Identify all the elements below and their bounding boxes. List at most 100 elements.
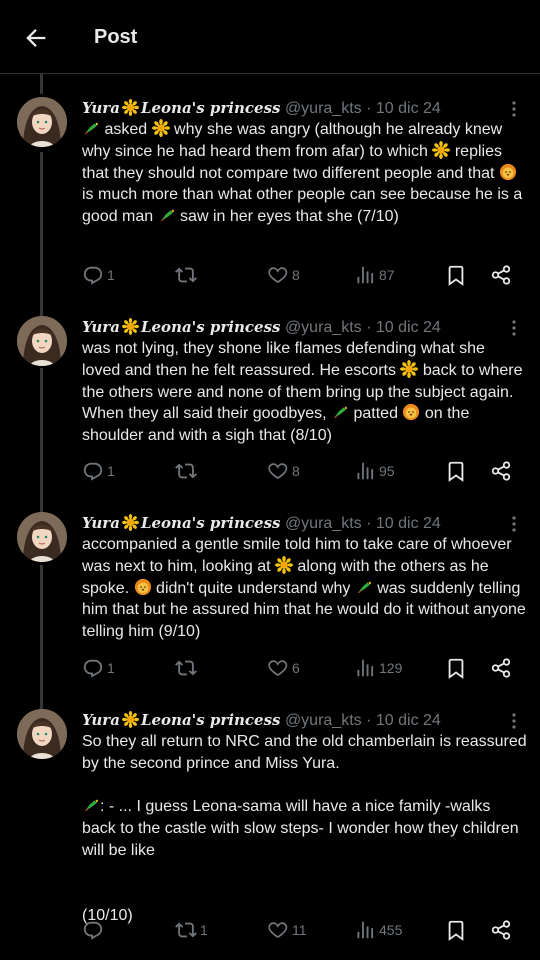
author-name-suffix[interactable]: Leona's princess bbox=[141, 318, 281, 336]
retweet-button[interactable]: 1 bbox=[175, 918, 208, 942]
share-button[interactable] bbox=[490, 263, 512, 287]
views-button[interactable]: 455 bbox=[354, 918, 402, 942]
author-name-suffix[interactable]: Leona's princess bbox=[141, 711, 281, 729]
bookmark-button[interactable] bbox=[445, 263, 467, 287]
views-count: 129 bbox=[379, 660, 403, 676]
back-arrow-icon[interactable] bbox=[22, 24, 50, 52]
action-bar: 1 8 95 bbox=[82, 459, 522, 483]
reply-button[interactable] bbox=[82, 918, 107, 942]
separator: · bbox=[361, 515, 376, 532]
sun-icon bbox=[400, 359, 419, 378]
action-bar: 1 6 129 bbox=[82, 656, 522, 680]
views-count: 455 bbox=[379, 922, 403, 938]
like-icon bbox=[267, 919, 289, 941]
bookmark-icon bbox=[445, 460, 467, 482]
like-button[interactable]: 8 bbox=[267, 459, 300, 483]
bookmark-icon bbox=[445, 919, 467, 941]
retweet-button[interactable] bbox=[175, 656, 200, 680]
views-button[interactable]: 95 bbox=[354, 459, 395, 483]
like-button[interactable]: 8 bbox=[267, 263, 300, 287]
reply-count: 1 bbox=[107, 463, 115, 479]
more-options-icon[interactable] bbox=[508, 514, 520, 534]
more-options-icon[interactable] bbox=[508, 99, 520, 119]
lion-icon bbox=[134, 578, 152, 596]
avatar[interactable] bbox=[17, 709, 67, 759]
author-handle[interactable]: @yura_kts bbox=[285, 100, 362, 117]
share-icon bbox=[490, 460, 512, 482]
author-handle[interactable]: @yura_kts bbox=[285, 712, 362, 729]
text-segment: patted bbox=[349, 405, 403, 423]
reply-icon bbox=[82, 919, 104, 941]
retweet-icon bbox=[175, 460, 197, 482]
retweet-icon bbox=[175, 264, 197, 286]
reply-button[interactable]: 1 bbox=[82, 656, 115, 680]
like-icon bbox=[267, 264, 289, 286]
reply-count: 1 bbox=[107, 660, 115, 676]
tweet-text: So they all return to NRC and the old ch… bbox=[82, 731, 527, 927]
sun-icon bbox=[432, 140, 451, 159]
author-handle[interactable]: @yura_kts bbox=[285, 515, 362, 532]
like-count: 6 bbox=[292, 660, 300, 676]
author-name-suffix[interactable]: Leona's princess bbox=[141, 514, 281, 532]
parrot-icon bbox=[355, 578, 373, 596]
like-count: 8 bbox=[292, 267, 300, 283]
parrot-icon bbox=[158, 206, 176, 224]
views-button[interactable]: 87 bbox=[354, 263, 395, 287]
bookmark-icon bbox=[445, 264, 467, 286]
reply-button[interactable]: 1 bbox=[82, 459, 115, 483]
tweet-date[interactable]: 10 dic 24 bbox=[376, 515, 441, 532]
avatar[interactable] bbox=[17, 512, 67, 562]
retweet-button[interactable] bbox=[175, 459, 200, 483]
tweet-date[interactable]: 10 dic 24 bbox=[376, 712, 441, 729]
reply-count: 1 bbox=[107, 267, 115, 283]
views-button[interactable]: 129 bbox=[354, 656, 402, 680]
author-name[interactable]: Yura bbox=[82, 514, 120, 532]
author-handle[interactable]: @yura_kts bbox=[285, 319, 362, 336]
author-name-suffix[interactable]: Leona's princess bbox=[141, 99, 281, 117]
bookmark-button[interactable] bbox=[445, 918, 467, 942]
tweet-date[interactable]: 10 dic 24 bbox=[376, 100, 441, 117]
lion-icon bbox=[499, 163, 517, 181]
top-bar: Post bbox=[0, 0, 540, 74]
author-name[interactable]: Yura bbox=[82, 711, 120, 729]
action-bar: 1 8 87 bbox=[82, 263, 522, 287]
reply-button[interactable]: 1 bbox=[82, 263, 115, 287]
text-segment: So they all return to NRC and the old ch… bbox=[82, 733, 527, 772]
tweet[interactable]: Yura Leona's princess @yura_kts · 10 dic … bbox=[0, 97, 540, 289]
views-count: 87 bbox=[379, 267, 395, 283]
more-options-icon[interactable] bbox=[508, 711, 520, 731]
separator: · bbox=[361, 319, 376, 336]
tweet[interactable]: Yura Leona's princess @yura_kts · 10 dic … bbox=[0, 512, 540, 682]
action-bar: 1 11 455 bbox=[82, 918, 522, 942]
tweet[interactable]: Yura Leona's princess @yura_kts · 10 dic … bbox=[0, 316, 540, 485]
like-button[interactable]: 11 bbox=[267, 918, 307, 942]
text-segment: didn't quite understand why bbox=[151, 579, 355, 597]
avatar[interactable] bbox=[17, 316, 67, 366]
avatar[interactable] bbox=[17, 97, 67, 147]
like-count: 8 bbox=[292, 463, 300, 479]
reply-icon bbox=[82, 460, 104, 482]
tweet-date[interactable]: 10 dic 24 bbox=[376, 319, 441, 336]
like-icon bbox=[267, 460, 289, 482]
views-icon bbox=[354, 919, 376, 941]
share-icon bbox=[490, 657, 512, 679]
more-options-icon[interactable] bbox=[508, 318, 520, 338]
views-icon bbox=[354, 264, 376, 286]
bookmark-button[interactable] bbox=[445, 459, 467, 483]
tweet-header: Yura Leona's princess @yura_kts · 10 dic … bbox=[82, 97, 441, 119]
parrot-icon bbox=[82, 796, 100, 814]
bookmark-button[interactable] bbox=[445, 656, 467, 680]
like-button[interactable]: 6 bbox=[267, 656, 300, 680]
retweet-button[interactable] bbox=[175, 263, 200, 287]
tweet[interactable]: Yura Leona's princess @yura_kts · 10 dic … bbox=[0, 709, 540, 944]
author-name[interactable]: Yura bbox=[82, 318, 120, 336]
lion-icon bbox=[402, 403, 420, 421]
share-icon bbox=[490, 919, 512, 941]
share-button[interactable] bbox=[490, 918, 512, 942]
like-count: 11 bbox=[292, 922, 307, 938]
share-button[interactable] bbox=[490, 459, 512, 483]
share-button[interactable] bbox=[490, 656, 512, 680]
text-segment: asked bbox=[100, 121, 152, 138]
thread-line bbox=[40, 74, 43, 94]
author-name[interactable]: Yura bbox=[82, 99, 120, 117]
